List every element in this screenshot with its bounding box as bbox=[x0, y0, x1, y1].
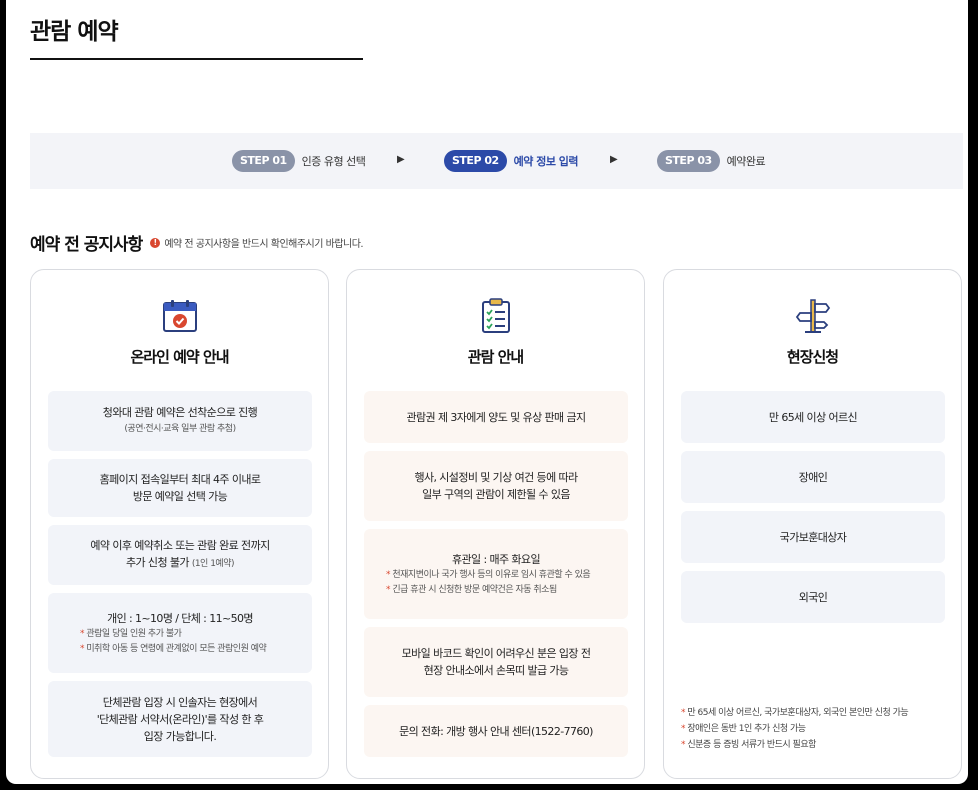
info-note: * 천재지변이나 국가 행사 등의 이유로 임시 휴관할 수 있음 bbox=[386, 569, 591, 580]
step-2: STEP 02 예약 정보 입력 bbox=[444, 150, 579, 172]
info-text: 행사, 시설정비 및 기상 여건 등에 따라 bbox=[414, 471, 578, 484]
info-text: 방문 예약일 선택 가능 bbox=[132, 490, 228, 503]
step-arrow-icon: ▶ bbox=[397, 154, 405, 165]
step-2-label: 예약 정보 입력 bbox=[513, 155, 579, 168]
step-3: STEP 03 예약완료 bbox=[657, 150, 766, 172]
footnote: * 신분증 등 증빙 서류가 반드시 필요함 bbox=[681, 740, 816, 750]
step-3-badge: STEP 03 bbox=[657, 150, 720, 172]
info-text-part: 추가 신청 불가 bbox=[125, 556, 190, 569]
info-text: 외국인 bbox=[798, 590, 828, 604]
info-text: 만 65세 이상 어르신 bbox=[768, 410, 858, 424]
notice-subtext: 예약 전 공지사항을 반드시 확인해주시기 바랍니다. bbox=[164, 239, 364, 250]
info-box: 문의 전화: 개방 행사 안내 센터(1522-7760) bbox=[364, 705, 628, 757]
card-title: 관람 안내 bbox=[467, 348, 524, 366]
info-box: 청와대 관람 예약은 선착순으로 진행 (공연·전시·교육 일부 관람 추첨) bbox=[48, 391, 312, 451]
info-text: 휴관일 : 매주 화요일 bbox=[452, 552, 541, 566]
step-1-badge: STEP 01 bbox=[232, 150, 295, 172]
info-box: 예약 이후 예약취소 또는 관람 완료 전까지 추가 신청 불가 (1인 1예약… bbox=[48, 525, 312, 585]
info-text: 단체관람 입장 시 인솔자는 현장에서 bbox=[102, 695, 258, 709]
footnote: * 만 65세 이상 어르신, 국가보훈대상자, 외국인 본인만 신청 가능 bbox=[681, 708, 909, 718]
step-1-label: 인증 유형 선택 bbox=[301, 155, 366, 168]
step-3-label: 예약완료 bbox=[726, 155, 766, 168]
page-title: 관람 예약 bbox=[30, 19, 119, 45]
alert-icon: ! bbox=[150, 237, 161, 248]
step-progress-bar: STEP 01 인증 유형 선택 ▶ STEP 02 예약 정보 입력 ▶ ST… bbox=[30, 133, 963, 189]
title-divider bbox=[30, 58, 363, 60]
info-text: 홈페이지 접속일부터 최대 4주 이내로 bbox=[99, 473, 261, 486]
step-1: STEP 01 인증 유형 선택 bbox=[232, 150, 366, 172]
info-text: 장애인 bbox=[798, 470, 828, 484]
info-text: 입장 가능합니다. bbox=[143, 729, 217, 743]
info-text: 모바일 바코드 확인이 어려우신 분은 입장 전 bbox=[401, 647, 591, 660]
card-title: 온라인 예약 안내 bbox=[130, 348, 229, 366]
info-text: 관람권 제 3자에게 양도 및 유상 판매 금지 bbox=[406, 410, 587, 424]
notice-heading: 예약 전 공지사항 bbox=[30, 235, 143, 255]
info-box: 홈페이지 접속일부터 최대 4주 이내로 방문 예약일 선택 가능 bbox=[48, 459, 312, 517]
card-viewing-guide: 관람 안내 관람권 제 3자에게 양도 및 유상 판매 금지 행사, 시설정비 … bbox=[346, 269, 645, 779]
info-box: 단체관람 입장 시 인솔자는 현장에서 '단체관람 서약서(온라인)'를 작성 … bbox=[48, 681, 312, 757]
card-online-reservation: 온라인 예약 안내 청와대 관람 예약은 선착순으로 진행 (공연·전시·교육 … bbox=[30, 269, 329, 779]
info-text: 국가보훈대상자 bbox=[779, 530, 847, 544]
info-text: 추가 신청 불가 (1인 1예약) bbox=[125, 554, 235, 573]
info-box: 행사, 시설정비 및 기상 여건 등에 따라 일부 구역의 관람이 제한될 수 … bbox=[364, 451, 628, 521]
info-text: 예약 이후 예약취소 또는 관람 완료 전까지 bbox=[90, 539, 270, 552]
info-note: * 긴급 휴관 시 신청한 방문 예약건은 자동 취소됨 bbox=[386, 584, 557, 595]
info-box: 휴관일 : 매주 화요일 * 천재지변이나 국가 행사 등의 이유로 임시 휴관… bbox=[364, 529, 628, 619]
info-box: 만 65세 이상 어르신 bbox=[681, 391, 945, 443]
info-box: 관람권 제 3자에게 양도 및 유상 판매 금지 bbox=[364, 391, 628, 443]
info-text: 개인 : 1~10명 / 단체 : 11~50명 bbox=[107, 611, 253, 625]
info-box: 외국인 bbox=[681, 571, 945, 623]
step-arrow-icon: ▶ bbox=[610, 154, 618, 165]
signpost-icon bbox=[795, 298, 831, 334]
card-onsite-application: 현장신청 만 65세 이상 어르신 장애인 국가보훈대상자 외국인 * 만 65… bbox=[663, 269, 962, 779]
reservation-page: 관람 예약 STEP 01 인증 유형 선택 ▶ STEP 02 예약 정보 입… bbox=[6, 0, 968, 784]
info-text: 현장 안내소에서 손목띠 발급 가능 bbox=[423, 664, 569, 677]
info-text: 일부 구역의 관람이 제한될 수 있음 bbox=[422, 488, 570, 501]
notice-header: 예약 전 공지사항 ! 예약 전 공지사항을 반드시 확인해주시기 바랍니다. bbox=[30, 230, 364, 255]
calendar-check-icon bbox=[162, 298, 198, 334]
footnote: * 장애인은 동반 1인 추가 신청 가능 bbox=[681, 724, 806, 734]
card-title: 현장신청 bbox=[786, 348, 839, 366]
info-text: 문의 전화: 개방 행사 안내 센터(1522-7760) bbox=[399, 724, 593, 738]
info-box: 모바일 바코드 확인이 어려우신 분은 입장 전 현장 안내소에서 손목띠 발급… bbox=[364, 627, 628, 697]
info-subtext: (공연·전시·교육 일부 관람 추첨) bbox=[124, 424, 236, 434]
info-note: * 관람일 당일 인원 추가 불가 bbox=[80, 628, 182, 639]
info-subtext: (1인 1예약) bbox=[191, 559, 235, 569]
step-2-badge: STEP 02 bbox=[444, 150, 507, 172]
info-box: 장애인 bbox=[681, 451, 945, 503]
info-text: '단체관람 서약서(온라인)'를 작성 한 후 bbox=[96, 712, 264, 726]
clipboard-check-icon bbox=[478, 298, 514, 334]
info-box: 국가보훈대상자 bbox=[681, 511, 945, 563]
info-note: * 미취학 아동 등 연령에 관계없이 모든 관람인원 예약 bbox=[80, 643, 267, 654]
info-text: 청와대 관람 예약은 선착순으로 진행 bbox=[102, 406, 258, 419]
info-box: 개인 : 1~10명 / 단체 : 11~50명 * 관람일 당일 인원 추가 … bbox=[48, 593, 312, 673]
